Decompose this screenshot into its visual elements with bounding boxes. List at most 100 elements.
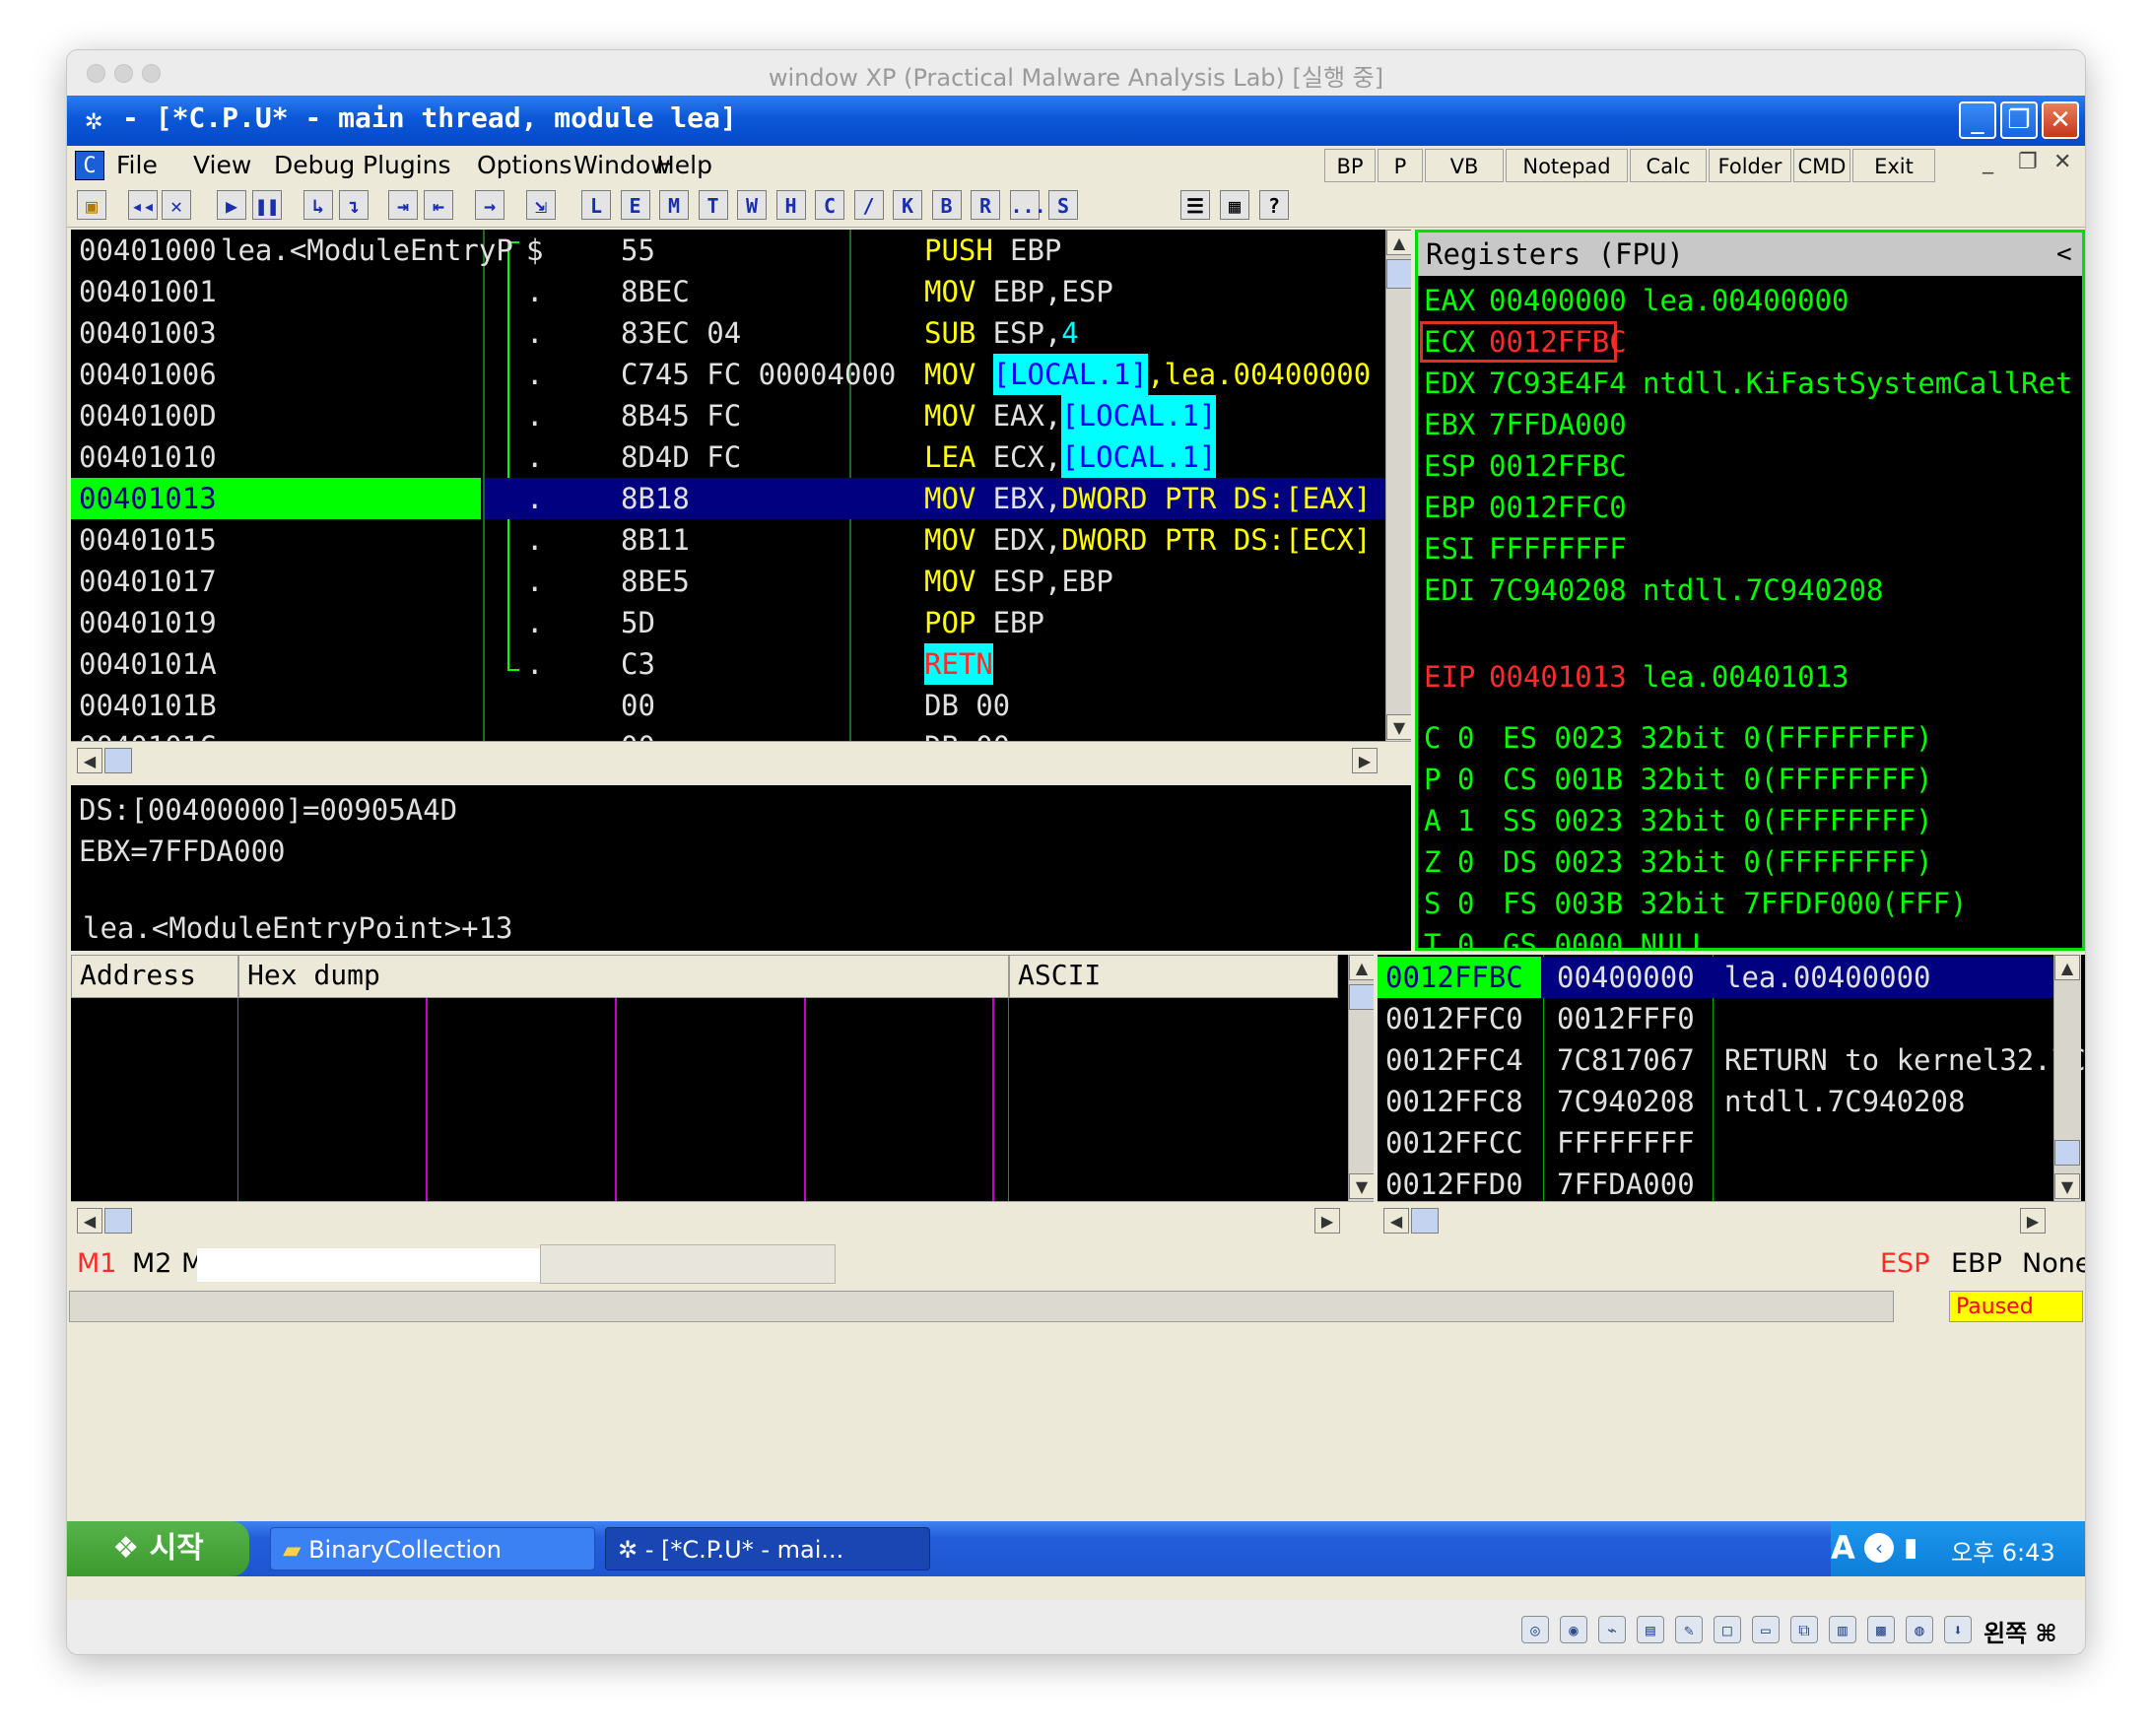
command-combo[interactable] xyxy=(540,1244,836,1284)
scroll-down-arrow-icon[interactable]: ▼ xyxy=(1386,714,1411,740)
flag-row-p[interactable]: P 0 CS 001B 32bit 0(FFFFFFFF) xyxy=(1418,759,2078,800)
window-button-t[interactable]: T xyxy=(698,190,728,220)
window-button-l[interactable]: L xyxy=(581,190,611,220)
run-icon[interactable]: ▶ xyxy=(217,190,246,220)
collapse-icon[interactable]: < xyxy=(2056,234,2072,274)
menu-file[interactable]: File xyxy=(116,151,158,179)
window-button-w[interactable]: W xyxy=(737,190,767,220)
open-file-icon[interactable]: ▣ xyxy=(77,190,106,220)
mdi-restore-button[interactable]: ❐ xyxy=(2018,150,2038,174)
disasm-row[interactable]: 00401006. C745 FC 00004000 MOV [LOCAL.1] ,le… xyxy=(71,354,1385,395)
mdi-close-button[interactable]: ✕ xyxy=(2053,150,2071,174)
register-row-ebp[interactable]: EBP 0012FFC0 xyxy=(1418,487,2078,528)
pause-icon[interactable]: ❚❚ xyxy=(252,190,282,220)
toolbar-button-vb[interactable]: VB xyxy=(1425,149,1504,182)
start-button[interactable]: ❖ 시작 xyxy=(67,1521,249,1576)
disasm-row[interactable]: 0040101B 00 DB 00 xyxy=(71,685,1385,726)
taskbar-item-binarycollection[interactable]: ▰ BinaryCollection xyxy=(270,1527,595,1570)
network-icon[interactable]: ⧉ xyxy=(1790,1616,1818,1643)
taskbar-item-ollydbg[interactable]: ✲ - [*C.P.U* - mai... xyxy=(605,1527,930,1570)
globe-icon[interactable]: ◍ xyxy=(1906,1616,1933,1643)
dump-pane[interactable]: Address Hex dump ASCII ▲ ▼ ◀ ▶ xyxy=(71,955,1411,1240)
flag-row-c[interactable]: C 0 ES 0023 32bit 0(FFFFFFFF) xyxy=(1418,717,2078,759)
list-icon[interactable]: ☰ xyxy=(1180,190,1210,220)
disasm-row[interactable]: 00401000 lea.<ModuleEntryP $55 PUSH EBP xyxy=(71,230,1385,271)
toolbar-button-folder[interactable]: Folder xyxy=(1709,149,1791,182)
memory-tab-m1[interactable]: M1 xyxy=(77,1248,116,1279)
window-button-k[interactable]: K xyxy=(893,190,922,220)
scroll-thumb[interactable] xyxy=(2054,1140,2080,1166)
language-indicator[interactable]: A xyxy=(1831,1529,1855,1567)
download-icon[interactable]: ⬇ xyxy=(1944,1616,1972,1643)
usb-icon[interactable]: ⌁ xyxy=(1598,1616,1626,1643)
window-button-patches[interactable]: / xyxy=(853,190,884,220)
dump-vscroll[interactable]: ▲ ▼ xyxy=(1348,955,1375,1201)
window-button-h[interactable]: H xyxy=(775,190,806,220)
maximize-button[interactable]: ❐ xyxy=(2000,101,2038,139)
disasm-row[interactable]: 00401001. 8BEC MOV EBP,ESP xyxy=(71,271,1385,312)
trace-into-icon[interactable]: ⇥ xyxy=(388,190,418,220)
restart-icon[interactable]: ◂◂ xyxy=(128,190,158,220)
dump-hscroll[interactable]: ◀ ▶ xyxy=(71,1201,1374,1240)
minimize-button[interactable]: _ xyxy=(1959,101,1996,139)
register-row-esp[interactable]: ESP 0012FFBC xyxy=(1418,445,2078,487)
column-header-ascii[interactable]: ASCII xyxy=(1009,955,1338,998)
scroll-up-arrow-icon[interactable]: ▲ xyxy=(1386,230,1411,255)
scroll-down-arrow-icon[interactable]: ▼ xyxy=(2054,1173,2080,1199)
app-titlebar[interactable]: ✲ - [*C.P.U* - main thread, module lea] … xyxy=(67,96,2085,146)
register-row-edi[interactable]: EDI 7C940208 ntdll.7C940208 xyxy=(1418,569,2078,611)
display-icon[interactable]: ▭ xyxy=(1752,1616,1780,1643)
column-header-hex-dump[interactable]: Hex dump xyxy=(238,955,1009,998)
disasm-row[interactable]: 00401010. 8D4D FC LEA ECX, [LOCAL.1] xyxy=(71,436,1385,478)
none-label[interactable]: None xyxy=(2022,1248,2085,1279)
esp-label[interactable]: ESP xyxy=(1880,1248,1929,1279)
stack-row[interactable]: 0012FFC0 0012FFF0 xyxy=(1378,998,2053,1039)
flag-row-s[interactable]: S 0 FS 003B 32bit 7FFDF000(FFF) xyxy=(1418,883,2078,924)
scroll-right-arrow-icon[interactable]: ▶ xyxy=(2020,1208,2046,1234)
disasm-row[interactable]: 00401019. 5D POP EBP xyxy=(71,602,1385,643)
scroll-down-arrow-icon[interactable]: ▼ xyxy=(1349,1173,1375,1199)
command-input[interactable] xyxy=(197,1248,591,1282)
toolbar-button-exit[interactable]: Exit xyxy=(1852,149,1935,182)
window-button-e[interactable]: E xyxy=(620,190,650,220)
disassembly-vscroll[interactable]: ▲ ▼ xyxy=(1385,230,1411,741)
disasm-row[interactable]: 00401017. 8BE5 MOV ESP,EBP xyxy=(71,561,1385,602)
toolbar-button-calc[interactable]: Calc xyxy=(1630,149,1707,182)
cpu-window-icon[interactable]: C xyxy=(75,151,104,180)
scroll-right-arrow-icon[interactable]: ▶ xyxy=(1314,1208,1340,1234)
disassembly-hscroll[interactable]: ◀ ▶ xyxy=(71,741,1411,781)
window-button-c[interactable]: C xyxy=(815,190,844,220)
tray-app-icon[interactable]: ▮ xyxy=(1904,1533,1917,1563)
clock[interactable]: 오후 6:43 xyxy=(1951,1533,2055,1568)
toolbar-button-cmd[interactable]: CMD xyxy=(1793,149,1850,182)
go-to-origin-icon[interactable]: ⇲ xyxy=(526,190,556,220)
menu-help[interactable]: Help xyxy=(656,151,712,179)
register-row-ecx[interactable]: ECX 0012FFBC xyxy=(1418,321,2078,363)
window-button-b[interactable]: B xyxy=(931,190,962,220)
close-process-icon[interactable]: ✕ xyxy=(162,190,191,220)
disasm-row[interactable]: 0040101A. C3 RETN xyxy=(71,643,1385,685)
menu-plugins[interactable]: Plugins xyxy=(363,151,451,179)
register-row-eax[interactable]: EAX 00400000 lea.00400000 xyxy=(1418,280,2078,321)
help-icon[interactable]: ? xyxy=(1259,190,1289,220)
scroll-thumb[interactable] xyxy=(1349,984,1375,1010)
window-button-r[interactable]: R xyxy=(971,190,1000,220)
scroll-thumb[interactable] xyxy=(1386,259,1411,289)
register-row-esi[interactable]: ESI FFFFFFFF xyxy=(1418,528,2078,569)
toolbar-button-p[interactable]: P xyxy=(1378,149,1423,182)
window-button-more[interactable]: ... xyxy=(1009,190,1046,220)
scroll-up-arrow-icon[interactable]: ▲ xyxy=(2054,955,2080,980)
ebp-label[interactable]: EBP xyxy=(1951,1248,2002,1279)
window-button-m[interactable]: M xyxy=(659,190,689,220)
color-grid-icon[interactable]: ▦ xyxy=(1220,190,1249,220)
scroll-left-arrow-icon[interactable]: ◀ xyxy=(77,1208,102,1234)
stack-row[interactable]: 0012FFD0 7FFDA000 xyxy=(1378,1164,2053,1205)
scroll-right-arrow-icon[interactable]: ▶ xyxy=(1352,748,1378,773)
mdi-minimize-button[interactable]: _ xyxy=(1983,150,1993,174)
memory-tab-m2[interactable]: M2 xyxy=(132,1248,171,1279)
register-row-edx[interactable]: EDX 7C93E4F4 ntdll.KiFastSystemCallRet xyxy=(1418,363,2078,404)
scroll-left-arrow-icon[interactable]: ◀ xyxy=(77,748,102,773)
stack-hscroll[interactable]: ◀ ▶ xyxy=(1378,1201,2085,1240)
register-row-eip[interactable]: EIP 00401013 lea.00401013 xyxy=(1418,656,2078,698)
stack-vscroll[interactable]: ▲ ▼ xyxy=(2053,955,2081,1201)
